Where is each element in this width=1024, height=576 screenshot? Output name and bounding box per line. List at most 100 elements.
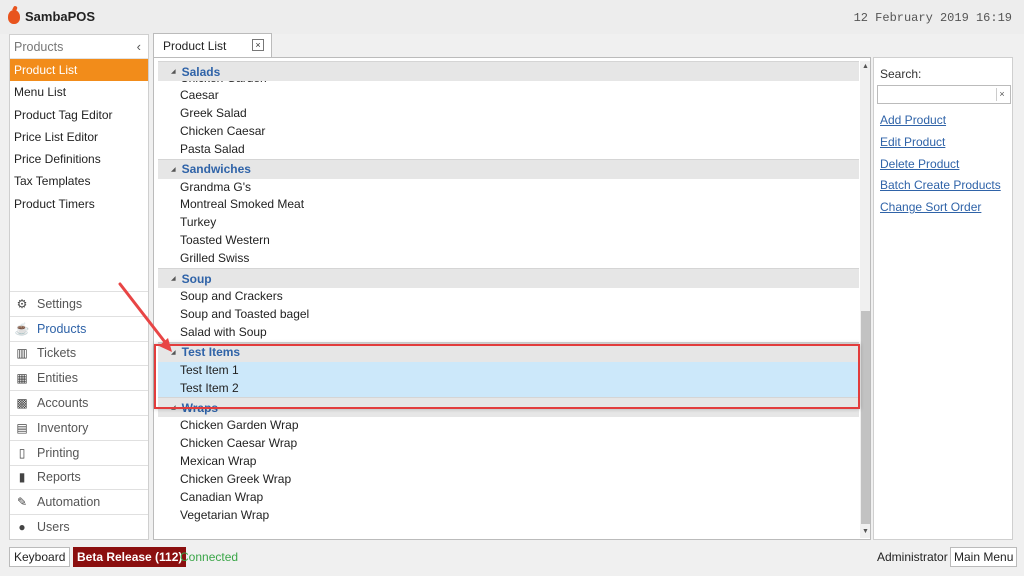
expand-triangle-icon[interactable]: ◢: [171, 166, 176, 173]
nav-section-header: Products ‹: [10, 35, 148, 59]
product-group-list: ◢SaladsChicken GardenCaesarGreek SaladCh…: [158, 61, 859, 525]
group-header-salads[interactable]: ◢ Salads: [158, 61, 859, 81]
inventory-icon: ▤: [16, 420, 28, 435]
entities-icon: ▦: [16, 371, 28, 386]
expand-triangle-icon[interactable]: ◢: [171, 68, 176, 75]
tab-product-list[interactable]: Product List ×: [153, 33, 272, 57]
group-header-sandwiches[interactable]: ◢ Sandwiches: [158, 158, 859, 179]
module-accounts[interactable]: ▩ Accounts: [10, 390, 148, 415]
module-products[interactable]: ☕ Products: [10, 315, 148, 341]
module-users[interactable]: ● Users: [10, 514, 148, 539]
pen-icon: ✎: [16, 495, 28, 510]
vertical-scrollbar[interactable]: ▲ ▼: [860, 61, 870, 538]
group-header-soup[interactable]: ◢ Soup: [158, 268, 859, 289]
scroll-down-icon[interactable]: ▼: [860, 526, 870, 538]
main-menu-button[interactable]: Main Menu: [950, 547, 1018, 567]
item-label: Chicken Garden: [180, 81, 267, 87]
module-label: Reports: [37, 470, 81, 485]
list-item[interactable]: Toasted Western: [158, 232, 859, 250]
list-item[interactable]: Montreal Smoked Meat: [158, 196, 859, 214]
left-navigation: Products ‹ Product List Menu List Product …: [9, 34, 149, 540]
expand-triangle-icon[interactable]: ◢: [171, 275, 176, 282]
bar-chart-icon: ▮: [18, 470, 26, 485]
document-icon: ▯: [18, 445, 26, 460]
current-user: Administrator: [877, 550, 948, 564]
module-label: Inventory: [37, 420, 89, 435]
sidebar-item-price-list-editor[interactable]: Price List Editor: [10, 126, 148, 148]
expand-triangle-icon[interactable]: ◢: [171, 349, 176, 356]
edit-product-link[interactable]: Edit Product: [880, 132, 1001, 154]
search-input[interactable]: [877, 85, 1011, 104]
delete-product-link[interactable]: Delete Product: [880, 154, 1001, 176]
list-item[interactable]: Turkey: [158, 214, 859, 232]
list-item[interactable]: Chicken Greek Wrap: [158, 471, 859, 489]
nav-section-title: Products: [14, 39, 64, 54]
list-item[interactable]: Chicken Garden Wrap: [158, 417, 859, 435]
group-header-wraps[interactable]: ◢ Wraps: [158, 397, 859, 418]
action-links: Add Product Edit Product Delete Product Bat…: [880, 110, 1001, 219]
module-label: Accounts: [37, 396, 89, 411]
add-product-link[interactable]: Add Product: [880, 110, 1001, 132]
list-item-partial[interactable]: Chicken Garden: [158, 81, 859, 87]
module-tickets[interactable]: ▥ Tickets: [10, 340, 148, 366]
sambapos-logo-icon: [8, 9, 20, 24]
release-badge: Beta Release (112): [73, 547, 187, 567]
user-icon: ●: [18, 520, 26, 535]
list-item[interactable]: Soup and Crackers: [158, 288, 859, 306]
clear-search-icon[interactable]: ×: [996, 88, 1007, 101]
change-sort-order-link[interactable]: Change Sort Order: [880, 197, 1001, 219]
module-label: Entities: [37, 371, 78, 386]
list-item[interactable]: Grandma G's: [158, 179, 859, 197]
list-item[interactable]: Pasta Salad: [158, 141, 859, 159]
list-item[interactable]: Salad with Soup: [158, 324, 859, 342]
module-label: Users: [37, 520, 70, 535]
status-bar: Keyboard Beta Release (112) Connected Ad…: [0, 545, 1024, 569]
list-item[interactable]: Vegetarian Wrap: [158, 507, 859, 525]
date-time: 12 February 2019 16:19: [853, 11, 1012, 25]
title-bar: SambaPOS 12 February 2019 16:19: [0, 0, 1024, 34]
group-name: Wraps: [181, 400, 219, 415]
list-item[interactable]: Test Item 2: [158, 379, 859, 398]
list-item[interactable]: Chicken Caesar Wrap: [158, 435, 859, 453]
sidebar-item-product-list[interactable]: Product List: [10, 59, 148, 82]
batch-create-products-link[interactable]: Batch Create Products: [880, 175, 1001, 197]
keyboard-button[interactable]: Keyboard: [9, 547, 71, 567]
group-name: Test Items: [181, 345, 241, 360]
module-inventory[interactable]: ▤ Inventory: [10, 414, 148, 440]
module-automation[interactable]: ✎ Automation: [10, 489, 148, 514]
collapse-icon[interactable]: ‹: [137, 39, 141, 54]
module-settings[interactable]: ⚙ Settings: [10, 291, 148, 316]
list-item[interactable]: Soup and Toasted bagel: [158, 306, 859, 324]
scroll-up-icon[interactable]: ▲: [860, 61, 870, 73]
expand-triangle-icon[interactable]: ◢: [171, 404, 176, 411]
group-name: Soup: [181, 271, 212, 286]
sidebar-item-price-definitions[interactable]: Price Definitions: [10, 148, 148, 170]
sidebar-item-product-tag-editor[interactable]: Product Tag Editor: [10, 104, 148, 126]
list-item[interactable]: Chicken Caesar: [158, 123, 859, 141]
module-list: ⚙ Settings ☕ Products ▥ Tickets ▦ Entities ▩ Acco…: [10, 291, 148, 539]
sidebar-item-tax-templates[interactable]: Tax Templates: [10, 170, 148, 192]
group-name: Sandwiches: [181, 162, 251, 177]
list-item[interactable]: Mexican Wrap: [158, 453, 859, 471]
group-header-test-items[interactable]: ◢ Test Items: [158, 341, 859, 362]
tab-label: Product List: [163, 38, 227, 53]
subitem-list: Product List Menu List Product Tag Editor P…: [10, 59, 148, 215]
module-printing[interactable]: ▯ Printing: [10, 439, 148, 465]
cup-icon: ☕: [14, 321, 30, 336]
scroll-thumb[interactable]: [861, 311, 870, 524]
module-entities[interactable]: ▦ Entities: [10, 365, 148, 390]
search-label: Search:: [880, 67, 922, 81]
list-item[interactable]: Grilled Swiss: [158, 250, 859, 268]
sidebar-item-product-timers[interactable]: Product Timers: [10, 193, 148, 215]
list-item[interactable]: Canadian Wrap: [158, 489, 859, 507]
list-item[interactable]: Greek Salad: [158, 105, 859, 123]
gear-icon: ⚙: [16, 296, 28, 311]
close-icon[interactable]: ×: [252, 39, 264, 51]
module-label: Products: [37, 321, 87, 336]
sidebar-item-menu-list[interactable]: Menu List: [10, 81, 148, 103]
module-label: Settings: [37, 296, 83, 311]
module-label: Automation: [37, 495, 101, 510]
list-item[interactable]: Caesar: [158, 87, 859, 105]
module-reports[interactable]: ▮ Reports: [10, 464, 148, 490]
list-item[interactable]: Test Item 1: [158, 361, 859, 380]
